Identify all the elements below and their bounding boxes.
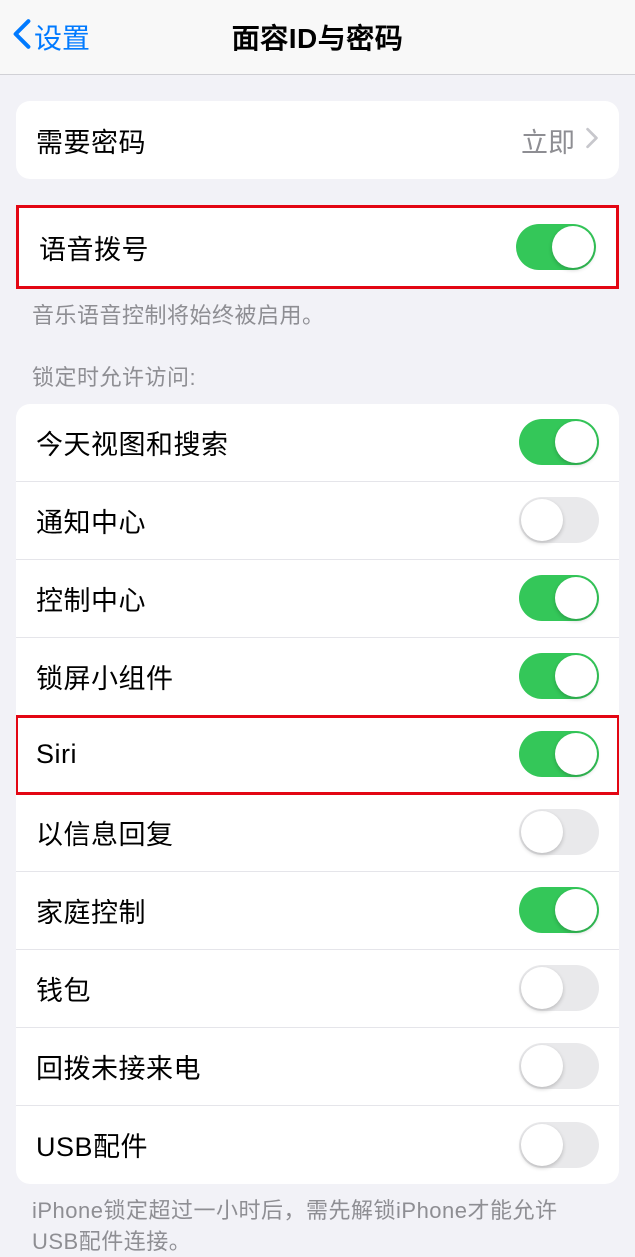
row-allow-item: 家庭控制 — [16, 872, 619, 950]
row-allow-item: 回拨未接来电 — [16, 1028, 619, 1106]
row-label: 回拨未接来电 — [36, 1047, 201, 1086]
group-voice-dial: 语音拨号 — [16, 205, 619, 289]
back-label: 设置 — [34, 17, 90, 57]
row-label: 以信息回复 — [36, 813, 174, 852]
row-label: 锁屏小组件 — [36, 657, 174, 696]
toggle-allow-item[interactable] — [519, 419, 599, 465]
toggle-allow-item[interactable] — [519, 809, 599, 855]
row-require-passcode[interactable]: 需要密码 立即 — [16, 101, 619, 179]
content: 需要密码 立即 语音拨号 音乐语音控制将始终被启用。 锁定时允许访问: 今天视图… — [0, 101, 635, 1257]
row-label: USB配件 — [36, 1125, 148, 1164]
row-label: 控制中心 — [36, 579, 146, 618]
toggle-allow-item[interactable] — [519, 1122, 599, 1168]
toggle-allow-item[interactable] — [519, 497, 599, 543]
toggle-allow-item[interactable] — [519, 731, 599, 777]
row-label: 家庭控制 — [36, 891, 146, 930]
row-allow-item: USB配件 — [16, 1106, 619, 1184]
row-allow-item: 今天视图和搜索 — [16, 404, 619, 482]
page-title: 面容ID与密码 — [232, 17, 404, 57]
chevron-right-icon — [585, 127, 599, 154]
footer-allow-when-locked: iPhone锁定超过一小时后，需先解锁iPhone才能允许USB配件连接。 — [0, 1184, 635, 1257]
row-allow-item: Siri — [16, 716, 619, 794]
row-label: 语音拨号 — [39, 228, 149, 267]
back-button[interactable]: 设置 — [0, 17, 90, 57]
row-label: 钱包 — [36, 969, 91, 1008]
row-allow-item: 通知中心 — [16, 482, 619, 560]
row-label: Siri — [36, 739, 77, 770]
chevron-left-icon — [12, 18, 32, 57]
section-header-allow-when-locked: 锁定时允许访问: — [0, 332, 635, 398]
toggle-allow-item[interactable] — [519, 1043, 599, 1089]
row-allow-item: 以信息回复 — [16, 794, 619, 872]
row-label: 通知中心 — [36, 501, 146, 540]
row-value: 立即 — [521, 121, 575, 160]
toggle-allow-item[interactable] — [519, 887, 599, 933]
footer-voice-dial: 音乐语音控制将始终被启用。 — [0, 289, 635, 332]
toggle-allow-item[interactable] — [519, 575, 599, 621]
toggle-allow-item[interactable] — [519, 965, 599, 1011]
row-label: 需要密码 — [36, 121, 146, 160]
group-allow-when-locked: 今天视图和搜索通知中心控制中心锁屏小组件 Siri 以信息回复家庭控制钱包回拨未接来… — [16, 404, 619, 1184]
toggle-voice-dial[interactable] — [516, 224, 596, 270]
row-allow-item: 钱包 — [16, 950, 619, 1028]
row-voice-dial: 语音拨号 — [19, 208, 616, 286]
row-label: 今天视图和搜索 — [36, 423, 229, 462]
group-require-passcode: 需要密码 立即 — [16, 101, 619, 179]
toggle-allow-item[interactable] — [519, 653, 599, 699]
row-allow-item: 控制中心 — [16, 560, 619, 638]
navbar: 设置 面容ID与密码 — [0, 0, 635, 75]
row-allow-item: 锁屏小组件 — [16, 638, 619, 716]
